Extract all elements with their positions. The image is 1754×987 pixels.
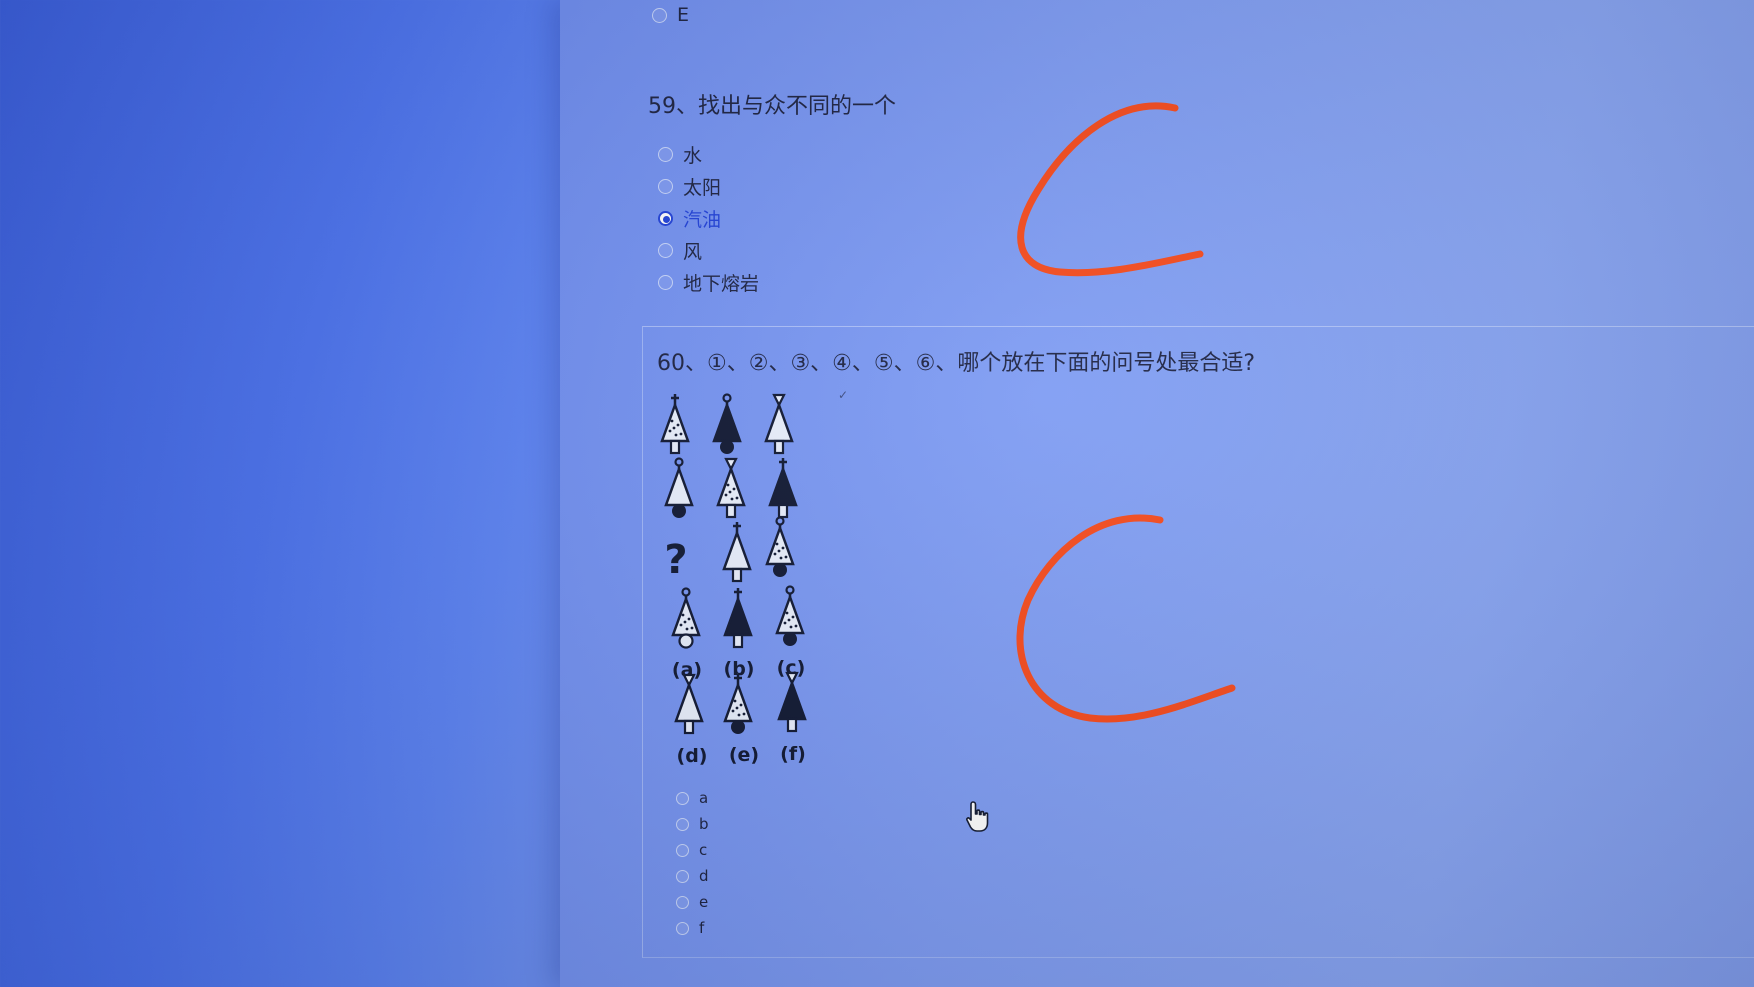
prev-option-e[interactable]: E <box>652 4 689 26</box>
option-label: 水 <box>683 144 703 167</box>
option-label: e <box>699 893 709 911</box>
tree-r1c1 <box>660 392 690 455</box>
q60-option-f[interactable]: f <box>676 915 709 941</box>
q59-option-5[interactable]: 地下熔岩 <box>658 266 759 298</box>
answer-c-figure <box>775 585 805 646</box>
q60-puzzle-figure: ? (a) (b) (c) (d) (e) (f) <box>660 392 807 767</box>
q60-option-e[interactable]: e <box>676 889 709 915</box>
answer-b-figure <box>723 586 753 649</box>
q59-option-2[interactable]: 太阳 <box>658 170 759 202</box>
option-label: c <box>699 841 708 859</box>
option-label: 汽油 <box>683 208 722 231</box>
option-label: E <box>677 4 690 26</box>
tree-r2c3 <box>768 456 798 519</box>
answer-a-figure <box>671 587 701 649</box>
radio-button-selected[interactable] <box>658 210 673 226</box>
q59-option-1[interactable]: 水 <box>658 138 759 170</box>
q60-option-a[interactable]: a <box>676 785 709 811</box>
q59-title: 59、找出与众不同的一个 <box>648 94 896 119</box>
radio-button[interactable] <box>676 895 689 909</box>
q60-option-d[interactable]: d <box>676 863 709 889</box>
option-label: 地下熔岩 <box>683 272 760 295</box>
radio-button[interactable] <box>658 146 673 162</box>
q59-option-4[interactable]: 风 <box>658 234 759 266</box>
option-label: 太阳 <box>683 176 722 199</box>
hand-pointer-icon <box>966 801 989 832</box>
q59-options: 水 太阳 汽油 风 地下熔岩 <box>658 138 759 298</box>
q59-option-3[interactable]: 汽油 <box>658 202 759 234</box>
option-label: d <box>699 867 709 885</box>
radio-button[interactable] <box>676 921 689 935</box>
answer-d-figure <box>674 673 704 735</box>
answer-f-figure <box>777 671 807 733</box>
tree-r1c3 <box>764 393 794 455</box>
radio-button[interactable] <box>658 178 673 194</box>
radio-button[interactable] <box>658 242 673 258</box>
radio-button[interactable] <box>676 791 689 805</box>
radio-button[interactable] <box>658 274 673 290</box>
option-label: b <box>699 815 709 833</box>
q60-title: 60、①、②、③、④、⑤、⑥、哪个放在下面的问号处最合适? <box>657 351 1256 376</box>
answer-label-e: (e) <box>729 744 759 766</box>
check-mark-icon: ✓ <box>838 388 849 402</box>
radio-button[interactable] <box>676 843 689 857</box>
answer-label-f: (f) <box>780 743 806 765</box>
option-label: f <box>699 919 705 937</box>
tree-r2c1 <box>664 457 694 518</box>
radio-button[interactable] <box>676 869 689 883</box>
answer-e-figure <box>723 672 753 734</box>
answer-label-d: (d) <box>677 745 708 767</box>
tree-r3c2 <box>722 520 752 583</box>
q60-option-b[interactable]: b <box>676 811 709 837</box>
radio-button[interactable] <box>652 7 667 23</box>
q60-options: a b c d e f <box>676 785 709 941</box>
option-label: 风 <box>683 240 703 263</box>
question-mark: ? <box>664 537 687 583</box>
tree-r2c2 <box>716 457 746 519</box>
tree-r1c2 <box>712 393 742 454</box>
tree-r3c3 <box>765 516 795 577</box>
radio-button[interactable] <box>676 817 689 831</box>
option-label: a <box>699 789 709 807</box>
q60-option-c[interactable]: c <box>676 837 709 863</box>
